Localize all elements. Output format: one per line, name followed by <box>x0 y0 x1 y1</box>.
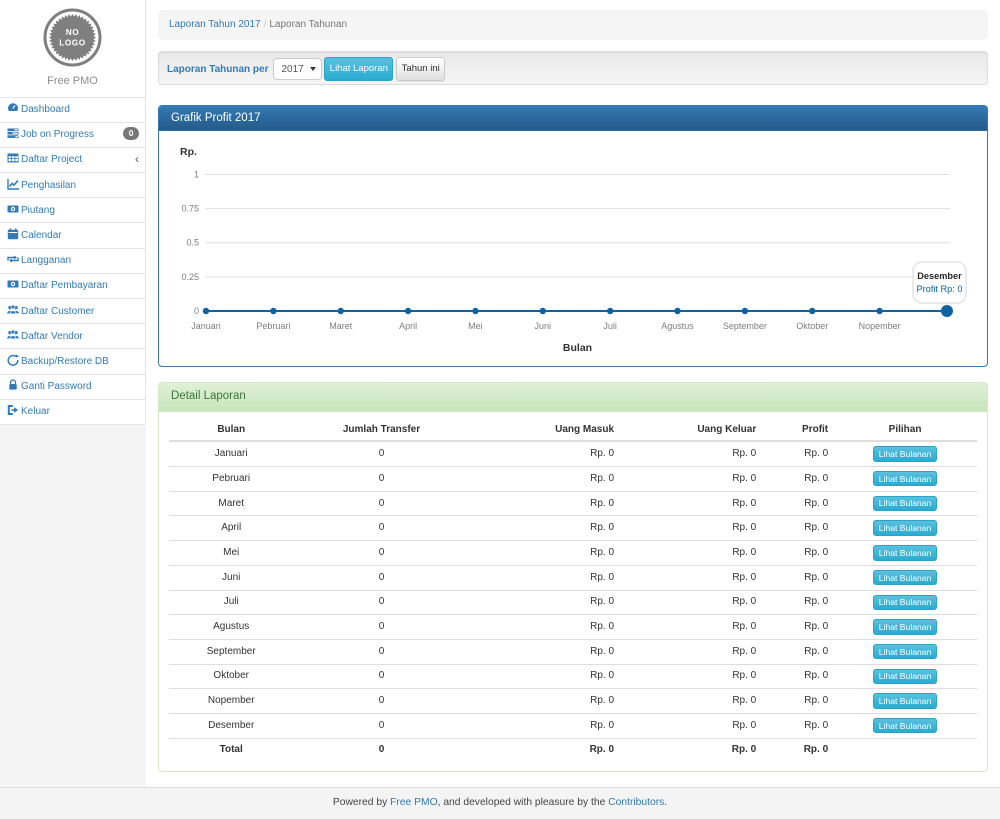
svg-text:Rp.: Rp. <box>180 146 197 158</box>
svg-text:0.5: 0.5 <box>186 238 199 248</box>
svg-text:NO: NO <box>66 27 79 37</box>
svg-text:Oktober: Oktober <box>796 321 828 331</box>
svg-text:Nopember: Nopember <box>859 321 901 331</box>
svg-text:Januari: Januari <box>191 321 221 331</box>
svg-text:September: September <box>723 321 767 331</box>
svg-text:Agustus: Agustus <box>661 321 694 331</box>
svg-text:Juni: Juni <box>535 321 552 331</box>
svg-text:Mei: Mei <box>468 321 483 331</box>
svg-text:Pebruari: Pebruari <box>256 321 290 331</box>
svg-text:April: April <box>399 321 417 331</box>
svg-text:LOGO: LOGO <box>59 38 85 48</box>
svg-text:0.75: 0.75 <box>181 204 199 214</box>
svg-text:0.25: 0.25 <box>181 272 199 282</box>
svg-text:Juli: Juli <box>603 321 617 331</box>
svg-text:Bulan: Bulan <box>563 342 592 354</box>
svg-text:0: 0 <box>194 306 199 316</box>
svg-text:Maret: Maret <box>329 321 353 331</box>
svg-text:1: 1 <box>194 170 199 180</box>
